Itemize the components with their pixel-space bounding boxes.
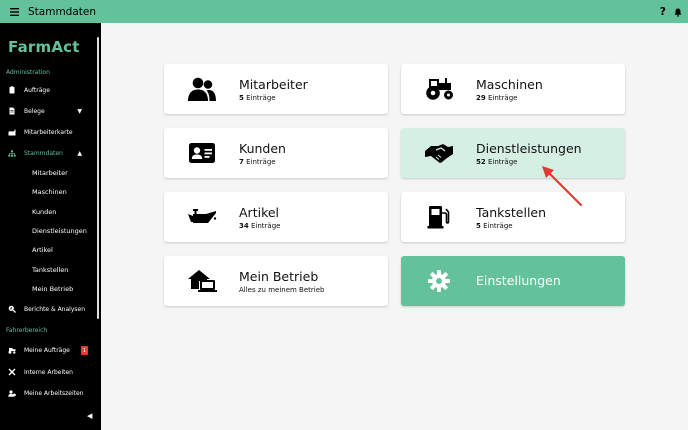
card-title: Einstellungen bbox=[476, 273, 561, 288]
annotation-arrow-icon bbox=[542, 166, 583, 207]
sidebar-scrollbar[interactable] bbox=[97, 37, 99, 319]
card-title: Tankstellen bbox=[476, 204, 547, 220]
sidebar: FarmAct Administration Aufträge Belege ▼… bbox=[0, 23, 101, 430]
logo: FarmAct bbox=[8, 38, 80, 56]
users-icon bbox=[164, 64, 239, 114]
card-title: Maschinen bbox=[476, 76, 543, 92]
sidebar-subitem-artikel[interactable]: Artikel bbox=[32, 246, 53, 254]
tractor-icon bbox=[0, 347, 24, 354]
page-title: Stammdaten bbox=[28, 5, 97, 18]
card-title: Kunden bbox=[239, 140, 286, 156]
chevron-up-icon[interactable]: ▲ bbox=[77, 150, 82, 157]
card-einstellungen[interactable]: Einstellungen bbox=[401, 256, 625, 306]
sidebar-item-label: Meine Arbeitszeiten bbox=[24, 389, 84, 397]
card-artikel[interactable]: Artikel 34 Einträge bbox=[164, 192, 388, 242]
sidebar-item-label: Interne Arbeiten bbox=[24, 368, 73, 376]
card-mein-betrieb[interactable]: Mein Betrieb Alles zu meinem Betrieb bbox=[164, 256, 388, 306]
card-count: 5 Einträge bbox=[476, 221, 513, 230]
sidebar-subitem-maschinen[interactable]: Maschinen bbox=[32, 188, 67, 196]
sidebar-item-interne-arbeiten[interactable]: Interne Arbeiten bbox=[0, 364, 96, 380]
card-title: Artikel bbox=[239, 204, 280, 220]
collapse-sidebar-icon[interactable]: ◀ bbox=[87, 412, 92, 420]
card-dienstleistungen[interactable]: Dienstleistungen 52 Einträge bbox=[401, 128, 625, 178]
card-count: 29 Einträge bbox=[476, 93, 518, 102]
card-title: Dienstleistungen bbox=[476, 140, 582, 156]
help-icon[interactable]: ? bbox=[660, 5, 666, 18]
card-mitarbeiter[interactable]: Mitarbeiter 5 Einträge bbox=[164, 64, 388, 114]
sidebar-item-label: Aufträge bbox=[24, 86, 50, 94]
sidebar-item-auftraege[interactable]: Aufträge bbox=[0, 82, 96, 98]
document-icon bbox=[0, 107, 24, 115]
chevron-down-icon[interactable]: ▼ bbox=[77, 108, 82, 115]
sidebar-item-mitarbeiterkarte[interactable]: Mitarbeiterkarte bbox=[0, 124, 96, 140]
search-chart-icon bbox=[0, 305, 24, 313]
menu-icon[interactable] bbox=[0, 0, 28, 23]
notification-badge: 1 bbox=[81, 346, 88, 355]
user-clock-icon bbox=[0, 389, 24, 397]
factory-icon bbox=[0, 129, 24, 136]
sidebar-item-stammdaten[interactable]: Stammdaten ▲ bbox=[0, 145, 96, 161]
clipboard-icon bbox=[0, 86, 24, 94]
sidebar-subitem-tankstellen[interactable]: Tankstellen bbox=[32, 266, 68, 274]
card-count: 5 Einträge bbox=[239, 93, 276, 102]
sidebar-subitem-mein-betrieb[interactable]: Mein Betrieb bbox=[32, 285, 73, 293]
oil-can-icon bbox=[164, 192, 239, 242]
card-title: Mitarbeiter bbox=[239, 76, 308, 92]
sidebar-item-label: Belege bbox=[24, 107, 45, 115]
sidebar-item-label: Berichte & Analysen bbox=[24, 305, 86, 313]
card-subtitle: Alles zu meinem Betrieb bbox=[239, 285, 325, 294]
sidebar-subitem-kunden[interactable]: Kunden bbox=[32, 208, 56, 216]
sidebar-item-belege[interactable]: Belege ▼ bbox=[0, 103, 96, 119]
section-administration: Administration bbox=[6, 69, 50, 76]
handshake-icon bbox=[401, 128, 476, 178]
card-count: 34 Einträge bbox=[239, 221, 281, 230]
sidebar-item-label: Stammdaten bbox=[24, 149, 63, 157]
card-maschinen[interactable]: Maschinen 29 Einträge bbox=[401, 64, 625, 114]
tractor-icon bbox=[401, 64, 476, 114]
card-title: Mein Betrieb bbox=[239, 268, 319, 284]
sidebar-item-berichte[interactable]: Berichte & Analysen bbox=[0, 301, 96, 317]
house-laptop-icon bbox=[164, 256, 239, 306]
bell-icon[interactable] bbox=[674, 2, 682, 21]
tools-icon bbox=[0, 368, 24, 376]
id-card-icon bbox=[164, 128, 239, 178]
gear-icon bbox=[401, 256, 476, 306]
card-kunden[interactable]: Kunden 7 Einträge bbox=[164, 128, 388, 178]
sitemap-icon bbox=[0, 149, 24, 157]
card-count: 7 Einträge bbox=[239, 157, 276, 166]
card-tankstellen[interactable]: Tankstellen 5 Einträge bbox=[401, 192, 625, 242]
sidebar-subitem-dienstleistungen[interactable]: Dienstleistungen bbox=[32, 227, 87, 235]
section-fahrerbereich: Fahrerbereich bbox=[6, 327, 48, 334]
sidebar-item-label: Meine Aufträge bbox=[24, 346, 70, 354]
top-bar: Stammdaten ? bbox=[0, 0, 688, 23]
sidebar-item-meine-arbeitszeiten[interactable]: Meine Arbeitszeiten bbox=[0, 385, 96, 401]
gas-pump-icon bbox=[401, 192, 476, 242]
sidebar-subitem-mitarbeiter[interactable]: Mitarbeiter bbox=[32, 169, 68, 177]
sidebar-item-label: Mitarbeiterkarte bbox=[24, 128, 73, 136]
main-content: Mitarbeiter 5 Einträge Maschinen 29 Eint… bbox=[101, 23, 688, 430]
